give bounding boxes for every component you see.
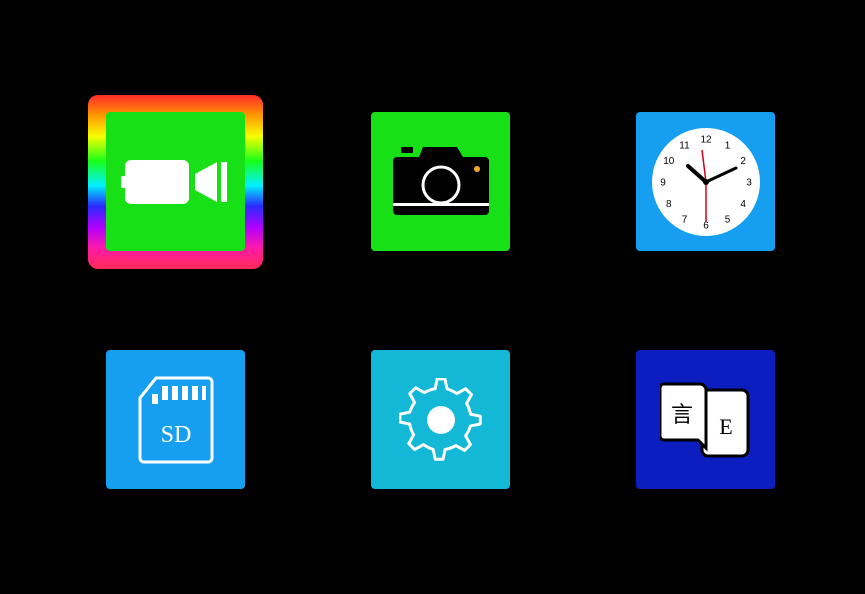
clock-numeral: 5 — [724, 214, 730, 225]
clock-tile[interactable]: 12 1 2 3 4 5 6 7 8 9 10 11 — [636, 112, 775, 251]
gear-icon — [398, 377, 483, 462]
clock-numeral: 8 — [666, 199, 672, 210]
video-camera-icon — [120, 152, 231, 212]
screen — [5, 5, 860, 589]
sd-card-icon: SD — [138, 376, 214, 464]
clock-numeral: 12 — [700, 134, 712, 145]
clock-numeral: 3 — [746, 177, 752, 188]
clock-numeral: 10 — [663, 156, 675, 167]
language-tile[interactable]: 言 E — [636, 350, 775, 489]
language-target-glyph: E — [719, 414, 732, 439]
settings-tile[interactable] — [371, 350, 510, 489]
clock-numeral: 4 — [740, 199, 746, 210]
photo-camera-icon — [392, 146, 489, 217]
clock-numeral: 11 — [679, 140, 690, 151]
clock-numeral: 6 — [703, 220, 709, 231]
language-icon: 言 E — [659, 380, 752, 460]
sd-card-label: SD — [160, 422, 191, 448]
clock-numeral: 7 — [681, 214, 687, 225]
photo-mode-tile[interactable] — [371, 112, 510, 251]
clock-numeral: 2 — [740, 156, 746, 167]
clock-icon: 12 1 2 3 4 5 6 7 8 9 10 11 — [650, 126, 762, 238]
sd-card-tile[interactable]: SD — [106, 350, 245, 489]
language-source-glyph: 言 — [670, 403, 692, 428]
clock-numeral: 1 — [724, 140, 730, 151]
video-mode-tile[interactable] — [106, 112, 245, 251]
clock-numeral: 9 — [660, 177, 666, 188]
